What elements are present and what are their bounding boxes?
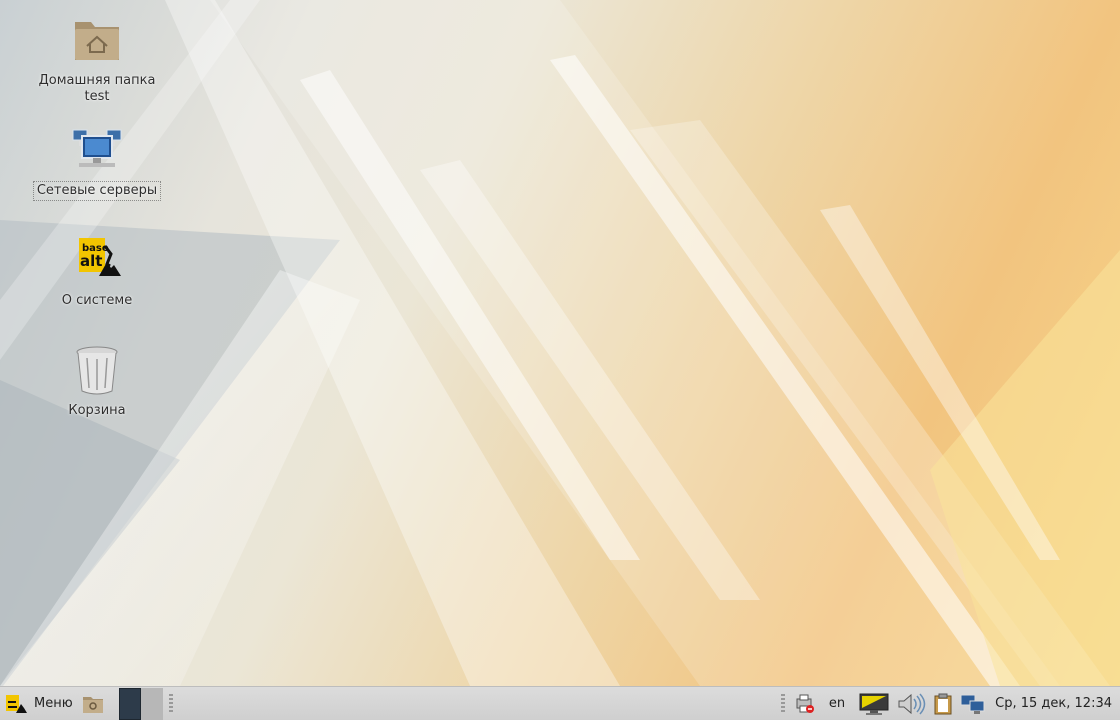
volume-icon[interactable] xyxy=(896,691,926,717)
panel-separator[interactable] xyxy=(780,693,785,714)
printer-error-icon[interactable] xyxy=(794,693,816,715)
desktop-icon-network-servers[interactable]: Сетевые серверы xyxy=(22,122,172,201)
desktop[interactable]: Домашняя папка test Сетевые серверы base… xyxy=(0,0,1120,686)
file-manager-launcher-icon[interactable] xyxy=(81,692,105,716)
workspace-2[interactable] xyxy=(140,687,163,720)
workspace-1[interactable] xyxy=(118,687,141,720)
display-settings-icon[interactable] xyxy=(858,691,890,717)
desktop-icon-label: Домашняя папка test xyxy=(38,73,156,104)
desktop-icon-label: Сетевые серверы xyxy=(32,181,162,201)
trash-icon xyxy=(76,346,118,395)
clock[interactable]: Ср, 15 дек, 12:34 xyxy=(995,696,1112,711)
desktop-icon-about-system[interactable]: base alt О системе xyxy=(22,232,172,310)
desktop-icon-trash[interactable]: Корзина xyxy=(22,342,172,420)
network-servers-icon xyxy=(72,129,122,167)
svg-text:alt: alt xyxy=(80,252,102,270)
taskbar-panel: Меню en Ср, 15 дек, 12:34 xyxy=(0,686,1120,720)
clipboard-icon[interactable] xyxy=(932,692,954,716)
desktop-icon-label: О системе xyxy=(61,293,133,308)
basealt-logo-icon xyxy=(6,694,27,713)
desktop-icon-label: Корзина xyxy=(68,403,126,418)
home-folder-icon xyxy=(75,22,119,60)
basealt-logo-icon: base alt xyxy=(79,238,121,276)
network-connection-icon[interactable] xyxy=(960,692,986,716)
system-tray: en Ср, 15 дек, 12:34 xyxy=(775,687,1120,720)
panel-separator[interactable] xyxy=(168,693,173,714)
desktop-icon-home[interactable]: Домашняя папка test xyxy=(22,12,172,106)
start-menu-label: Меню xyxy=(34,696,73,711)
keyboard-layout-indicator[interactable]: en xyxy=(829,696,845,711)
start-menu-button[interactable]: Меню xyxy=(0,687,79,720)
